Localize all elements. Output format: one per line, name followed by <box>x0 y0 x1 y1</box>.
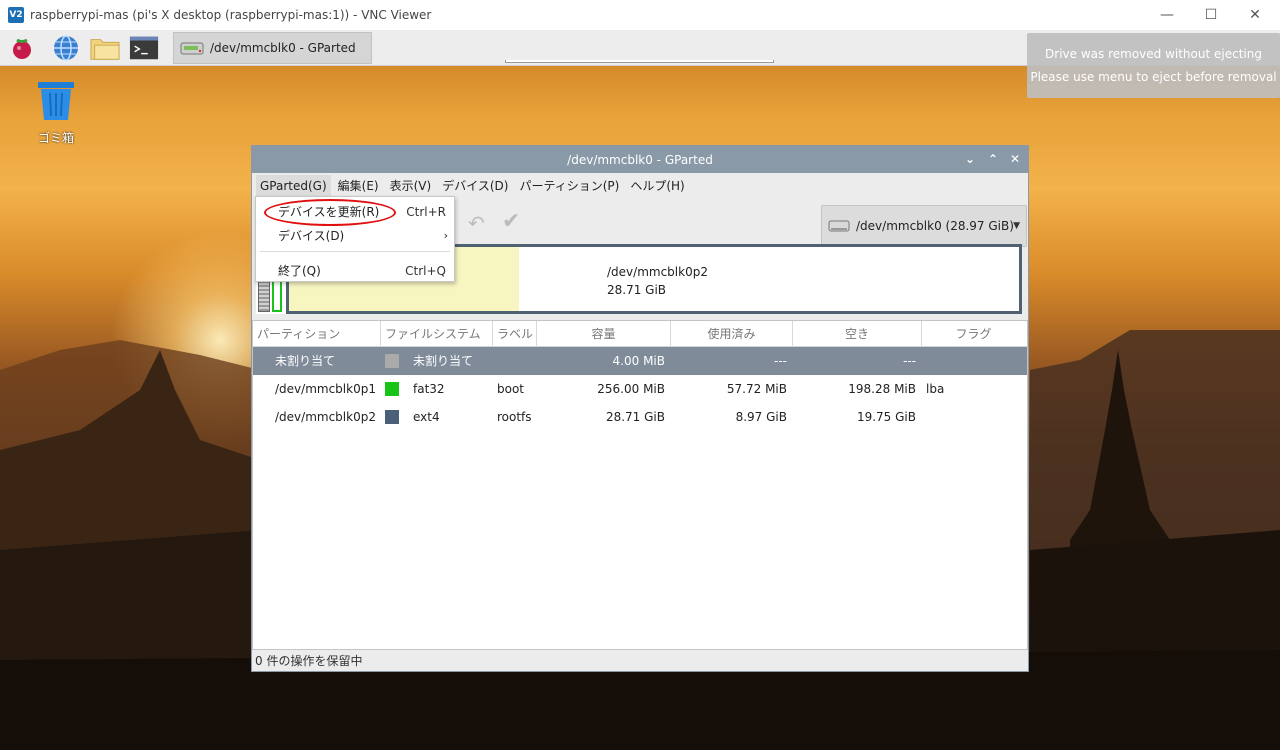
menu-help[interactable]: ヘルプ(H) <box>626 175 688 197</box>
column-header-partition[interactable]: パーティション <box>253 321 381 347</box>
undo-icon[interactable]: ↶ <box>468 211 485 235</box>
menu-item-shortcut: Ctrl+R <box>406 205 446 219</box>
cell-partition: /dev/mmcblk0p2 <box>275 410 376 424</box>
notification-line-1: Drive was removed without ejecting <box>1045 47 1262 61</box>
cell-filesystem: ext4 <box>381 403 493 431</box>
cell-flags: lba <box>926 382 945 396</box>
trash-label: ゴミ箱 <box>37 131 74 145</box>
table-row-mmcblk0p2[interactable]: /dev/mmcblk0p2 ext4 rootfs 28.71 GiB 8.9… <box>253 403 1027 431</box>
column-header-filesystem[interactable]: ファイルシステム <box>381 321 493 347</box>
filesystem-color-swatch <box>385 354 399 368</box>
unallocated-partition-block[interactable] <box>258 280 270 312</box>
cell-free: --- <box>903 354 916 368</box>
device-selector[interactable]: /dev/mmcblk0 (28.97 GiB) ▼ <box>821 205 1027 247</box>
close-button[interactable]: ✕ <box>1232 0 1278 30</box>
table-header: パーティション ファイルシステム ラベル 容量 使用済み 空き フラグ <box>253 321 1027 347</box>
menu-device[interactable]: デバイス(D) <box>438 175 512 197</box>
cell-filesystem-text: ext4 <box>413 410 440 424</box>
menu-item-label: 終了(Q) <box>278 264 321 278</box>
cell-size: 256.00 MiB <box>597 382 665 396</box>
status-bar: 0 件の操作を保留中 <box>255 654 363 668</box>
maximize-button[interactable]: ☐ <box>1188 0 1234 30</box>
cell-used: 8.97 GiB <box>735 410 787 424</box>
cell-filesystem: 未割り当て <box>381 347 537 375</box>
partition-table: パーティション ファイルシステム ラベル 容量 使用済み 空き フラグ 未割り当… <box>252 320 1028 650</box>
apply-check-icon[interactable]: ✔ <box>502 209 520 234</box>
cell-free: 198.28 MiB <box>848 382 916 396</box>
highlight-annotation-ellipse <box>264 199 396 226</box>
cell-flags <box>922 347 1022 375</box>
disk-drive-icon <box>180 42 204 55</box>
raspberry-menu-icon[interactable] <box>7 33 37 63</box>
table-row-mmcblk0p1[interactable]: /dev/mmcblk0p1 fat32 boot 256.00 MiB 57.… <box>253 375 1027 403</box>
vnc-logo-icon: V2 <box>8 7 24 23</box>
cell-filesystem-text: fat32 <box>413 382 445 396</box>
device-selector-label: /dev/mmcblk0 (28.97 GiB) <box>856 219 1014 233</box>
menu-edit[interactable]: 編集(E) <box>334 175 383 197</box>
menu-partition[interactable]: パーティション(P) <box>515 175 623 197</box>
cell-partition: /dev/mmcblk0p1 <box>275 382 376 396</box>
disk-drive-icon <box>828 220 850 232</box>
menu-separator <box>260 251 450 252</box>
trash-desktop-icon[interactable]: ゴミ箱 <box>28 80 84 146</box>
browser-globe-icon[interactable] <box>51 33 81 63</box>
chevron-right-icon: › <box>443 229 448 242</box>
notification-line-2: Please use menu to eject before removal <box>1030 70 1277 84</box>
column-header-free[interactable]: 空き <box>793 321 922 347</box>
gparted-titlebar[interactable]: /dev/mmcblk0 - GParted ⌄ ⌃ ✕ <box>252 146 1028 173</box>
menu-gparted[interactable]: GParted(G) <box>256 175 331 197</box>
partition-graphic-name: /dev/mmcblk0p2 <box>607 265 708 279</box>
window-close-icon[interactable]: ✕ <box>1007 151 1023 167</box>
cell-size: 28.71 GiB <box>605 410 665 424</box>
menu-item-shortcut: Ctrl+Q <box>405 264 446 278</box>
drive-removed-notification[interactable]: Drive was removed without ejecting Pleas… <box>1027 33 1280 98</box>
cell-free: 19.75 GiB <box>856 410 916 424</box>
window-minimize-icon[interactable]: ⌄ <box>962 151 978 167</box>
cell-filesystem: fat32 <box>381 375 493 403</box>
cell-label: rootfs <box>497 410 532 424</box>
gparted-title: /dev/mmcblk0 - GParted <box>567 152 713 167</box>
vnc-window-title: raspberrypi-mas (pi's X desktop (raspber… <box>30 8 432 22</box>
column-header-used[interactable]: 使用済み <box>671 321 793 347</box>
terminal-icon[interactable] <box>129 33 159 63</box>
vnc-titlebar: V2 raspberrypi-mas (pi's X desktop (rasp… <box>0 0 1280 30</box>
window-maximize-icon[interactable]: ⌃ <box>985 151 1001 167</box>
file-manager-folder-icon[interactable] <box>90 33 120 63</box>
cell-label: boot <box>497 382 525 396</box>
filesystem-color-swatch <box>385 410 399 424</box>
cell-size: 4.00 MiB <box>612 354 665 368</box>
chevron-down-icon: ▼ <box>1013 221 1020 231</box>
boot-partition-block[interactable] <box>272 280 282 312</box>
column-header-flags[interactable]: フラグ <box>922 321 1025 347</box>
cell-flags <box>922 403 1022 431</box>
menu-view[interactable]: 表示(V) <box>386 175 436 197</box>
trash-bin-icon <box>38 82 74 120</box>
cell-used: --- <box>774 354 787 368</box>
column-header-label[interactable]: ラベル <box>493 321 537 347</box>
partition-graphic-size: 28.71 GiB <box>607 283 667 297</box>
filesystem-color-swatch <box>385 382 399 396</box>
menu-item-label: デバイス(D) <box>278 229 345 243</box>
column-header-size[interactable]: 容量 <box>537 321 671 347</box>
cell-partition: 未割り当て <box>275 354 336 368</box>
taskbar-window-label: /dev/mmcblk0 - GParted <box>210 41 356 55</box>
menu-item-quit[interactable]: 終了(Q) Ctrl+Q <box>256 259 454 283</box>
menu-item-devices[interactable]: デバイス(D) › <box>256 224 454 248</box>
cell-used: 57.72 MiB <box>726 382 787 396</box>
taskbar-indicator <box>505 60 774 63</box>
cell-filesystem-text: 未割り当て <box>413 354 474 368</box>
taskbar-gparted-window-button[interactable]: /dev/mmcblk0 - GParted <box>173 32 372 64</box>
table-row-unallocated[interactable]: 未割り当て 未割り当て 4.00 MiB --- --- <box>253 347 1027 375</box>
minimize-button[interactable]: — <box>1144 0 1190 30</box>
